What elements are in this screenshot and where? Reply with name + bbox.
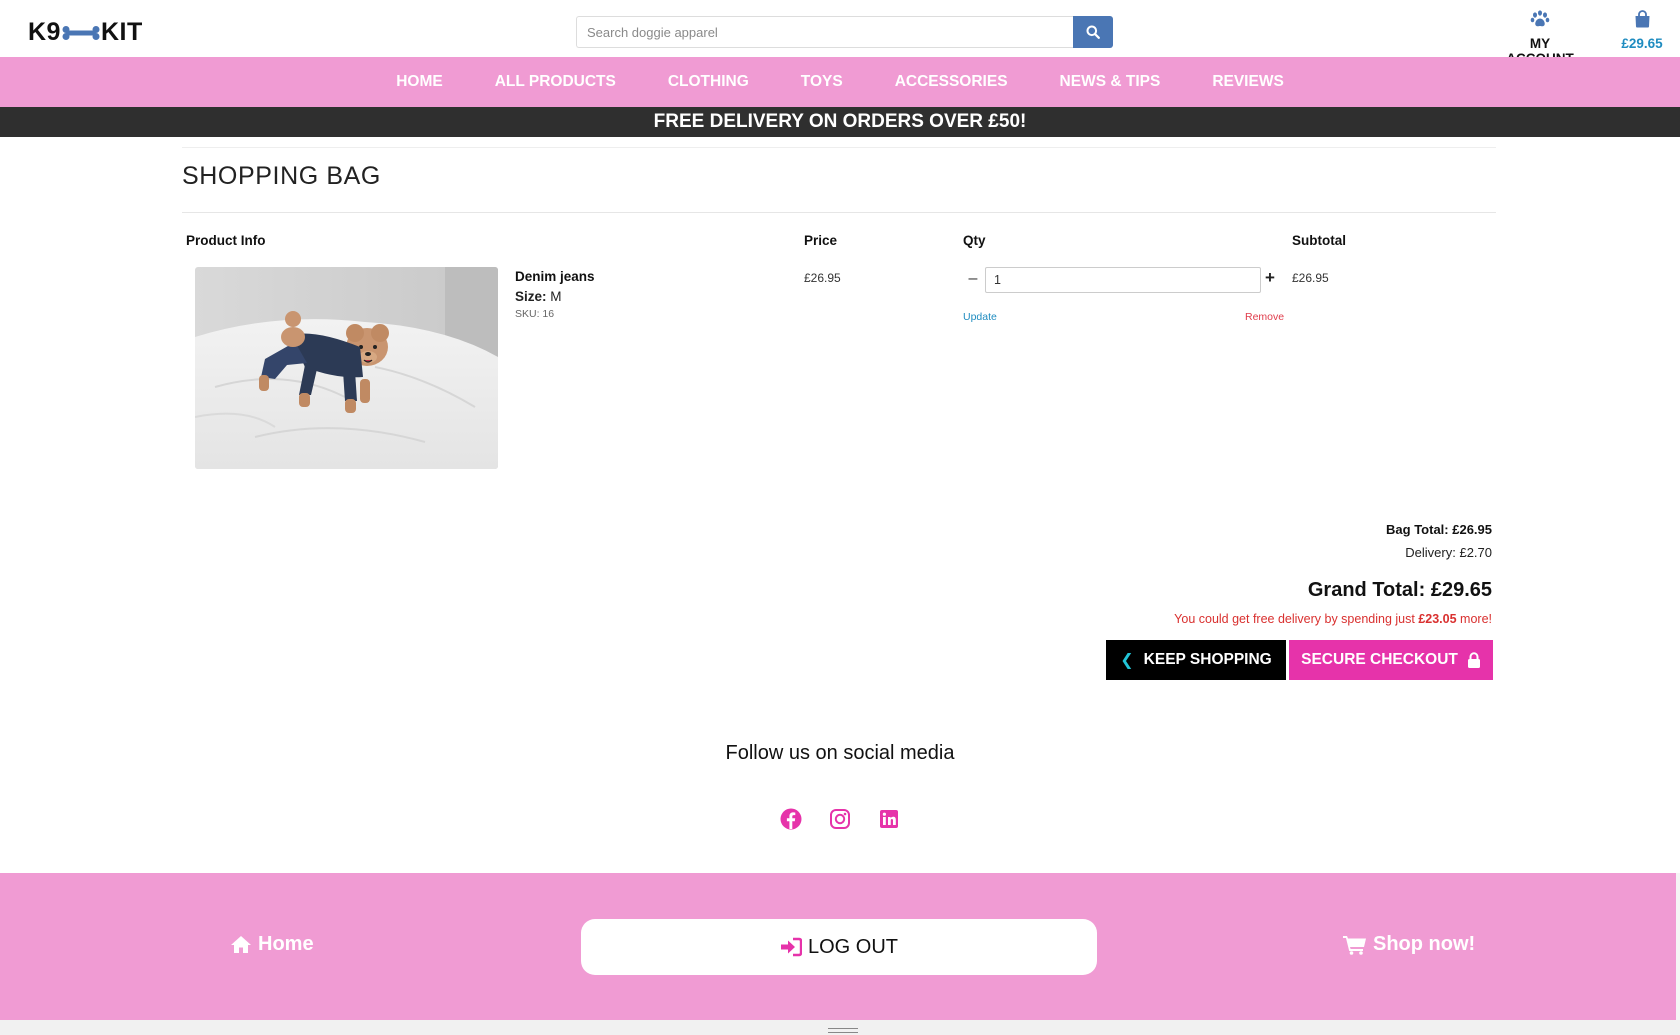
header-price: Price [804, 233, 838, 248]
nav-item-toys[interactable]: TOYS [801, 73, 843, 91]
lock-icon [1467, 652, 1480, 668]
bag-total: Bag Total: £26.95 [1386, 522, 1492, 537]
header-product-info: Product Info [186, 233, 266, 248]
update-link[interactable]: Update [963, 311, 997, 323]
home-icon [231, 936, 251, 953]
qty-increment-button[interactable]: + [1265, 268, 1275, 288]
paw-icon [1530, 10, 1550, 27]
site-footer: Home LOG OUT Shop now! [0, 873, 1676, 1020]
free-delivery-message: You could get free delivery by spending … [1174, 612, 1492, 626]
secure-checkout-button[interactable]: SECURE CHECKOUT [1289, 640, 1493, 680]
chevron-left-icon: ❮ [1120, 652, 1134, 669]
instagram-icon[interactable] [829, 808, 851, 830]
secure-checkout-label: SECURE CHECKOUT [1301, 651, 1458, 668]
main-nav: HOME ALL PRODUCTS CLOTHING TOYS ACCESSOR… [0, 57, 1680, 107]
delivery-cost: Delivery: £2.70 [1405, 545, 1492, 560]
product-price: £26.95 [804, 271, 841, 285]
minus-icon: – [968, 270, 978, 287]
product-name[interactable]: Denim jeans [515, 269, 595, 284]
search-input[interactable] [576, 16, 1073, 48]
cart-icon [1343, 935, 1366, 955]
social-links [0, 808, 1680, 830]
free-delivery-prefix: You could get free delivery by spending … [1174, 612, 1415, 626]
nav-item-reviews[interactable]: REVIEWS [1212, 73, 1283, 91]
footer-edge [1676, 873, 1680, 1020]
keep-shopping-button[interactable]: ❮ KEEP SHOPPING [1106, 640, 1286, 680]
dog-in-denim-photo [195, 267, 498, 469]
product-sku: SKU: 16 [515, 308, 555, 320]
site-logo[interactable]: K9 KIT [28, 18, 143, 47]
product-size-value: M [550, 289, 562, 304]
linkedin-icon[interactable] [878, 808, 900, 830]
nav-item-accessories[interactable]: ACCESSORIES [895, 73, 1008, 91]
free-delivery-suffix: more! [1460, 612, 1492, 626]
search-icon [1086, 25, 1100, 39]
shopping-bag-link[interactable]: £29.65 [1614, 10, 1670, 51]
qty-decrement-button[interactable]: – [966, 270, 980, 288]
search-button[interactable] [1073, 16, 1113, 48]
remove-link[interactable]: Remove [1245, 311, 1284, 323]
page-title: SHOPPING BAG [182, 162, 381, 190]
quantity-input[interactable] [985, 267, 1261, 293]
keep-shopping-label: KEEP SHOPPING [1143, 651, 1272, 668]
free-delivery-amount: £23.05 [1418, 612, 1457, 626]
product-image [195, 267, 498, 469]
page: K9 KIT Search doggie apparel MY £29.65 H… [0, 0, 1680, 1035]
logo-text-right: KIT [100, 18, 143, 46]
bone-icon [62, 25, 100, 40]
product-size-label: Size: [515, 289, 547, 304]
resize-grip-icon[interactable] [828, 1028, 858, 1033]
product-size: Size: M [515, 289, 562, 304]
grand-total: Grand Total: £29.65 [1307, 579, 1492, 601]
footer-home-link[interactable]: Home [230, 933, 314, 956]
social-title: Follow us on social media [725, 742, 955, 764]
search-bar [576, 16, 1113, 48]
divider [182, 147, 1496, 148]
logo-text-left: K9 [28, 18, 61, 46]
header-subtotal: Subtotal [1292, 233, 1346, 248]
footer-shop-link[interactable]: Shop now! [1343, 933, 1475, 956]
facebook-icon[interactable] [780, 808, 802, 830]
nav-item-clothing[interactable]: CLOTHING [668, 73, 749, 91]
nav-item-all-products[interactable]: ALL PRODUCTS [495, 73, 616, 91]
logout-button[interactable]: LOG OUT [581, 919, 1097, 975]
divider [182, 212, 1496, 213]
footer-shop-label: Shop now! [1373, 933, 1476, 955]
shopping-bag-icon [1635, 10, 1649, 28]
product-subtotal: £26.95 [1292, 271, 1329, 285]
header-qty: Qty [963, 233, 986, 248]
logout-label: LOG OUT [807, 935, 898, 958]
plus-icon: + [1265, 268, 1275, 287]
sign-in-icon [780, 937, 802, 957]
site-header: K9 KIT Search doggie apparel MY £29.65 [0, 0, 1680, 66]
bag-total-label: £29.65 [1621, 36, 1663, 51]
free-delivery-banner: FREE DELIVERY ON ORDERS OVER £50! [0, 107, 1680, 137]
footer-home-label: Home [258, 933, 314, 955]
nav-item-news-tips[interactable]: NEWS & TIPS [1060, 73, 1161, 91]
nav-item-home[interactable]: HOME [396, 73, 443, 91]
